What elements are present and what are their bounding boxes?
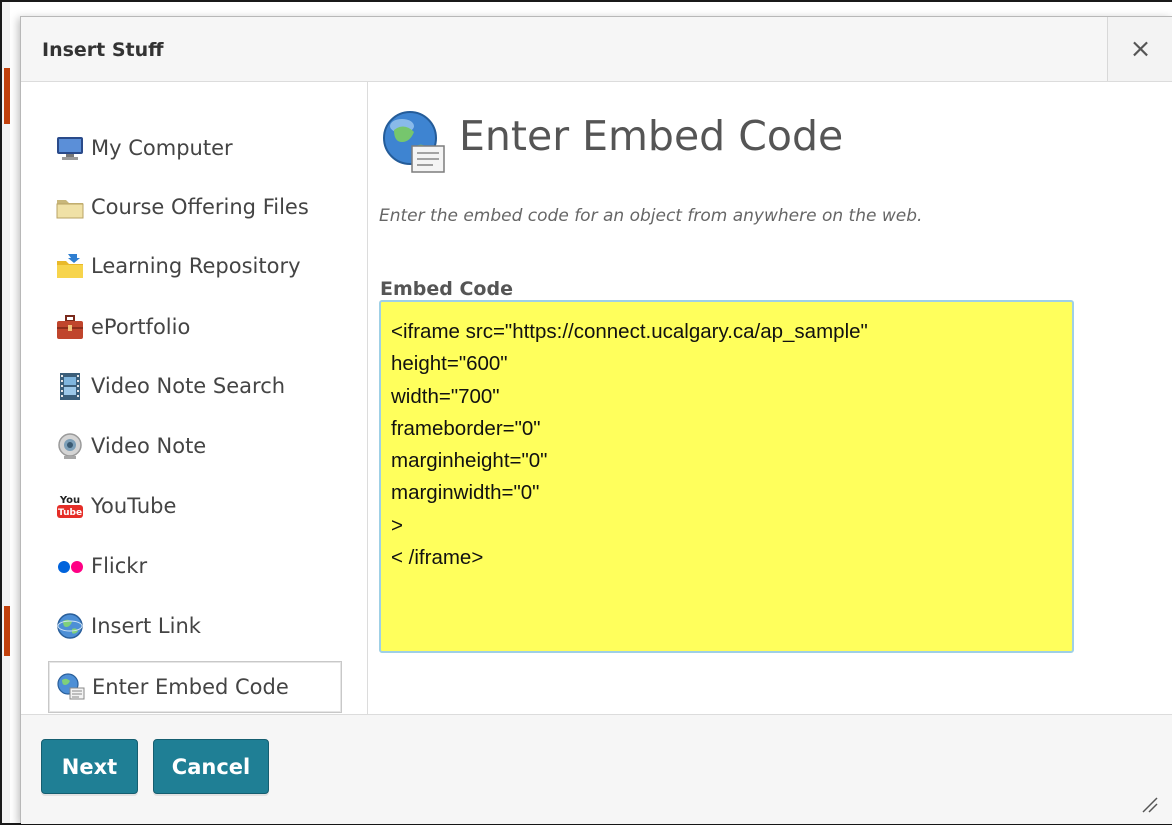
- sidebar-item-label: YouTube: [91, 494, 177, 518]
- resize-grip-icon[interactable]: [1139, 794, 1159, 814]
- sidebar-item-learning-repository[interactable]: Learning Repository: [48, 240, 342, 292]
- embed-code-label: Embed Code: [380, 278, 513, 300]
- flickr-icon: [53, 549, 87, 583]
- briefcase-icon: [53, 310, 87, 344]
- sidebar-item-course-offering-files[interactable]: Course Offering Files: [48, 181, 342, 233]
- sidebar-item-label: Course Offering Files: [91, 195, 309, 219]
- insert-stuff-dialog: Insert Stuff × My Computer Course Offeri…: [20, 16, 1172, 824]
- monitor-icon: [53, 131, 87, 165]
- sidebar-item-label: Video Note: [91, 434, 207, 458]
- sidebar-item-enter-embed-code[interactable]: Enter Embed Code: [48, 661, 342, 713]
- svg-text:You: You: [59, 495, 80, 506]
- sidebar-item-eportfolio[interactable]: ePortfolio: [48, 301, 342, 353]
- sidebar-item-label: Enter Embed Code: [92, 675, 289, 699]
- sidebar-item-youtube[interactable]: You Tube YouTube: [48, 480, 342, 532]
- source-sidebar: My Computer Course Offering Files Learni…: [21, 82, 367, 713]
- panel-description: Enter the embed code for an object from …: [379, 206, 923, 226]
- sidebar-item-insert-link[interactable]: Insert Link: [48, 600, 342, 652]
- sidebar-item-label: My Computer: [91, 136, 233, 160]
- youtube-icon: You Tube: [53, 489, 87, 523]
- folder-icon: [53, 190, 87, 224]
- film-strip-icon: [53, 369, 87, 403]
- sidebar-item-label: Insert Link: [91, 614, 201, 638]
- globe-document-icon: [382, 110, 448, 180]
- embed-code-panel: Enter Embed Code Enter the embed code fo…: [368, 82, 1172, 712]
- background-accent-mark: [4, 606, 10, 656]
- panel-title: Enter Embed Code: [459, 112, 844, 160]
- close-button[interactable]: ×: [1107, 17, 1172, 81]
- sidebar-item-label: Learning Repository: [91, 254, 301, 278]
- sidebar-item-label: ePortfolio: [91, 315, 191, 339]
- dialog-header: Insert Stuff ×: [21, 17, 1172, 82]
- cancel-button[interactable]: Cancel: [153, 739, 269, 794]
- sidebar-item-flickr[interactable]: Flickr: [48, 540, 342, 592]
- background-accent-mark: [4, 68, 10, 124]
- dialog-footer: Next Cancel: [21, 714, 1172, 824]
- sidebar-item-video-note-search[interactable]: Video Note Search: [48, 360, 342, 412]
- sidebar-item-video-note[interactable]: Video Note: [48, 420, 342, 472]
- sidebar-item-label: Flickr: [91, 554, 148, 578]
- webcam-icon: [53, 429, 87, 463]
- background-window-edge: [2, 2, 10, 823]
- sidebar-item-my-computer[interactable]: My Computer: [48, 122, 342, 174]
- globe-link-icon: [53, 609, 87, 643]
- embed-code-textarea[interactable]: <iframe src="https://connect.ucalgary.ca…: [379, 300, 1074, 653]
- sidebar-item-label: Video Note Search: [91, 374, 286, 398]
- globe-document-icon: [54, 670, 88, 704]
- dialog-title: Insert Stuff: [42, 39, 164, 61]
- next-button[interactable]: Next: [41, 739, 138, 794]
- repository-folder-icon: [53, 249, 87, 283]
- svg-text:Tube: Tube: [58, 508, 82, 518]
